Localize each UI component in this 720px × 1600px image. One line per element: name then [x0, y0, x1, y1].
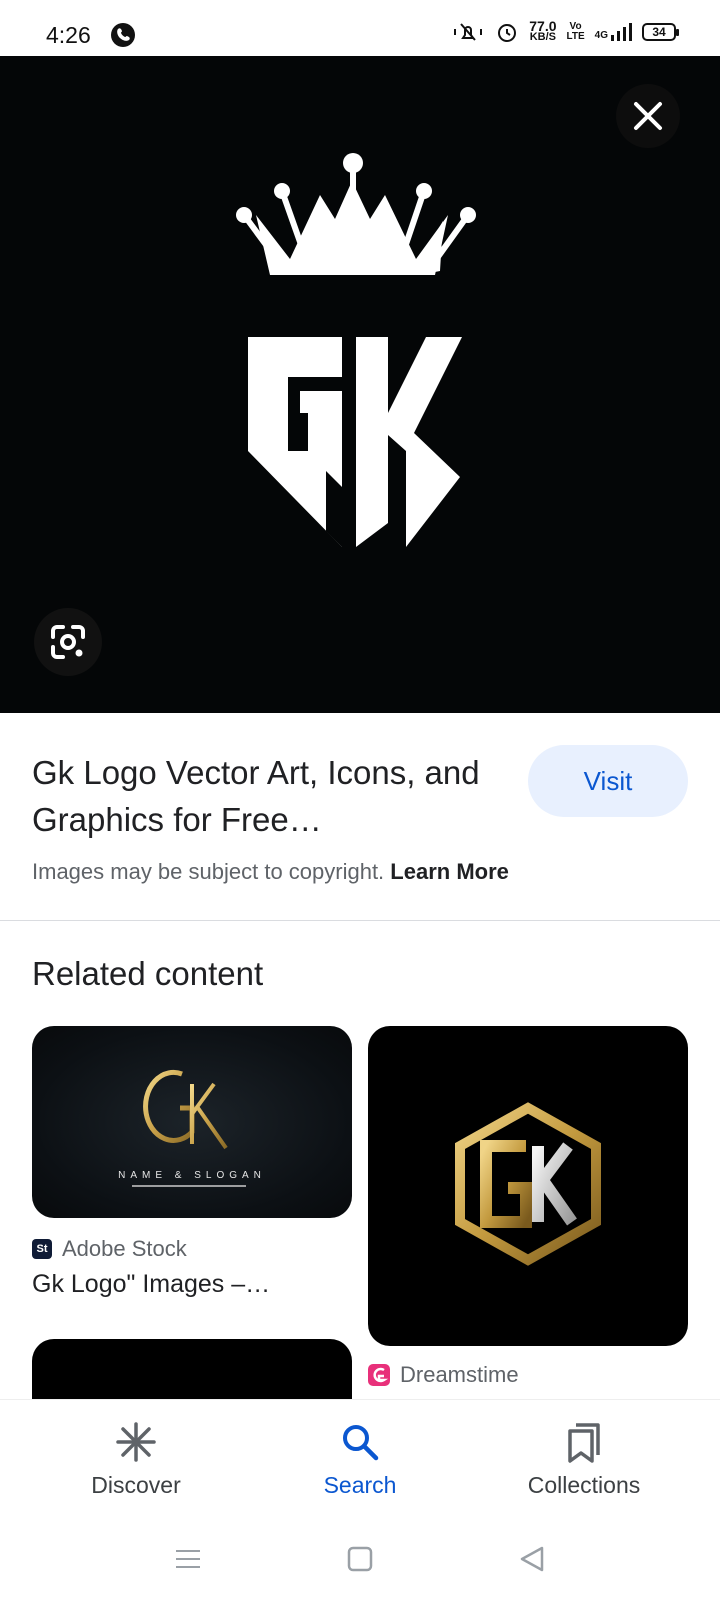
gk-crown-logo: [236, 153, 476, 547]
related-card-2[interactable]: [368, 1026, 688, 1346]
card1-caption[interactable]: Gk Logo" Images –…: [32, 1270, 270, 1299]
volte-indicator: Vo LTE: [567, 22, 585, 42]
volte-bottom: LTE: [566, 31, 585, 42]
home-square-icon: [347, 1546, 373, 1572]
phone-call-icon: [111, 23, 135, 47]
adobe-stock-icon: St: [32, 1239, 52, 1259]
visit-button[interactable]: Visit: [528, 745, 688, 817]
nav-discover-label: Discover: [91, 1472, 181, 1498]
nav-discover[interactable]: Discover: [36, 1420, 236, 1499]
back-triangle-icon: [520, 1546, 544, 1572]
gk-hexagon-logo-image: [455, 1102, 601, 1266]
hero-image[interactable]: [0, 56, 720, 713]
card1-slogan: NAME & SLOGAN: [118, 1170, 266, 1181]
recent-apps-button[interactable]: [170, 1541, 206, 1577]
speed-unit: KB/S: [529, 31, 557, 43]
nav-search-label: Search: [323, 1472, 397, 1498]
collections-icon: [568, 1423, 600, 1463]
signal-bars-icon: [611, 23, 632, 41]
search-icon: [343, 1425, 379, 1461]
dreamstime-icon: [368, 1364, 390, 1386]
result-title[interactable]: Gk Logo Vector Art, Icons, and Graphics …: [32, 749, 492, 843]
card1-source[interactable]: St Adobe Stock: [32, 1236, 187, 1262]
gk-gold-logo-image: NAME & SLOGAN: [118, 1069, 266, 1187]
status-time: 4:26: [46, 22, 91, 48]
close-button[interactable]: [616, 84, 680, 148]
network-speed: 77.0 KB/S: [529, 19, 557, 43]
signal-icon: 4G: [595, 23, 632, 41]
system-navigation-bar: [0, 1519, 720, 1600]
nav-search[interactable]: Search: [260, 1420, 460, 1499]
close-icon: [634, 102, 662, 130]
home-button[interactable]: [342, 1541, 378, 1577]
related-card-3[interactable]: [32, 1339, 352, 1399]
back-button[interactable]: [514, 1541, 550, 1577]
card1-source-name: Adobe Stock: [62, 1236, 187, 1261]
discover-icon: [116, 1422, 156, 1462]
copyright-text: Images may be subject to copyright.: [32, 859, 385, 884]
card2-source-name: Dreamstime: [400, 1362, 519, 1387]
copyright-notice: Images may be subject to copyright. Lear…: [32, 859, 509, 885]
menu-icon: [176, 1550, 200, 1568]
learn-more-link[interactable]: Learn More: [390, 859, 509, 884]
alarm-icon: [498, 24, 517, 42]
related-card-1[interactable]: NAME & SLOGAN: [32, 1026, 352, 1218]
status-icons: 77.0 KB/S Vo LTE 4G 34: [451, 19, 679, 44]
related-heading: Related content: [32, 955, 264, 992]
lens-button[interactable]: [34, 608, 102, 676]
vibrate-mute-icon: [454, 23, 483, 41]
lens-icon: [51, 625, 85, 659]
card2-source[interactable]: Dreamstime: [368, 1362, 519, 1388]
nav-collections[interactable]: Collections: [484, 1420, 684, 1499]
bottom-navigation: Discover Search Collections: [0, 1399, 720, 1519]
status-bar: 4:26 77.0 KB/S Vo LTE 4G 34: [0, 0, 720, 56]
nav-collections-label: Collections: [527, 1472, 641, 1498]
network-type: 4G: [594, 30, 608, 41]
battery-icon: 34: [642, 23, 679, 41]
result-info: Gk Logo Vector Art, Icons, and Graphics …: [0, 713, 720, 921]
